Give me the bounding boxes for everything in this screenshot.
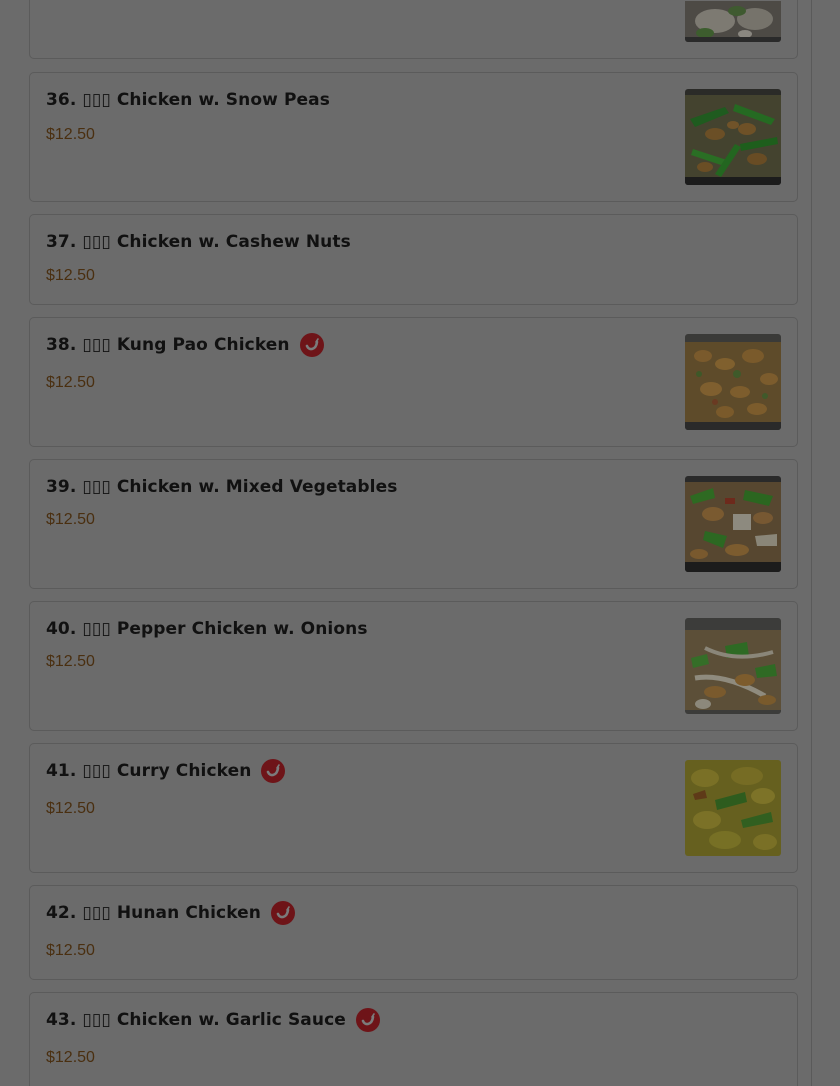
menu-item-card[interactable]: 38. ▯▯▯ Kung Pao Chicken $12.50	[29, 317, 798, 447]
menu-item-price: $12.50	[46, 1049, 95, 1066]
menu-item-title[interactable]: 38. ▯▯▯ Kung Pao Chicken	[46, 335, 290, 355]
menu-item-card-partial[interactable]	[29, 0, 798, 59]
menu-item-price: $12.50	[46, 126, 95, 143]
menu-item-title[interactable]: 40. ▯▯▯ Pepper Chicken w. Onions	[46, 619, 368, 639]
menu-item-price: $12.50	[46, 267, 95, 284]
menu-page: 36. ▯▯▯ Chicken w. Snow Peas $12.50 37. …	[0, 0, 840, 1086]
menu-item-card[interactable]: 36. ▯▯▯ Chicken w. Snow Peas $12.50	[29, 72, 798, 202]
menu-item-card[interactable]: 40. ▯▯▯ Pepper Chicken w. Onions $12.50	[29, 601, 798, 731]
chili-pepper-icon	[299, 333, 324, 357]
mixed-vegetables-chicken-photo[interactable]	[685, 476, 781, 572]
menu-item-card[interactable]: 39. ▯▯▯ Chicken w. Mixed Vegetables $12.…	[29, 459, 798, 589]
menu-item-card[interactable]: 43. ▯▯▯ Chicken w. Garlic Sauce $12.50	[29, 992, 798, 1086]
chili-pepper-icon	[355, 1008, 380, 1032]
menu-item-card[interactable]: 37. ▯▯▯ Chicken w. Cashew Nuts $12.50	[29, 214, 798, 305]
snow-peas-chicken-photo[interactable]	[685, 89, 781, 185]
kung-pao-chicken-photo[interactable]	[685, 334, 781, 430]
menu-item-price: $12.50	[46, 374, 95, 391]
menu-item-card[interactable]: 42. ▯▯▯ Hunan Chicken $12.50	[29, 885, 798, 980]
pepper-chicken-photo[interactable]	[685, 618, 781, 714]
menu-item-title[interactable]: 41. ▯▯▯ Curry Chicken	[46, 761, 251, 781]
menu-item-price: $12.50	[46, 942, 95, 959]
menu-item-title[interactable]: 37. ▯▯▯ Chicken w. Cashew Nuts	[46, 232, 351, 252]
menu-item-card[interactable]: 41. ▯▯▯ Curry Chicken $12.50	[29, 743, 798, 873]
menu-item-title[interactable]: 36. ▯▯▯ Chicken w. Snow Peas	[46, 90, 330, 110]
menu-item-price: $12.50	[46, 800, 95, 817]
menu-item-title[interactable]: 43. ▯▯▯ Chicken w. Garlic Sauce	[46, 1010, 346, 1030]
curry-chicken-photo[interactable]	[685, 760, 781, 856]
menu-item-price: $12.50	[46, 653, 95, 670]
menu-item-price: $12.50	[46, 511, 95, 528]
menu-item-title[interactable]: 39. ▯▯▯ Chicken w. Mixed Vegetables	[46, 477, 397, 497]
chili-pepper-icon	[271, 901, 296, 925]
chili-pepper-icon	[261, 759, 286, 783]
menu-item-title[interactable]: 42. ▯▯▯ Hunan Chicken	[46, 903, 261, 923]
previous-item-photo	[685, 1, 781, 42]
scrollbar-track[interactable]	[811, 0, 812, 1086]
